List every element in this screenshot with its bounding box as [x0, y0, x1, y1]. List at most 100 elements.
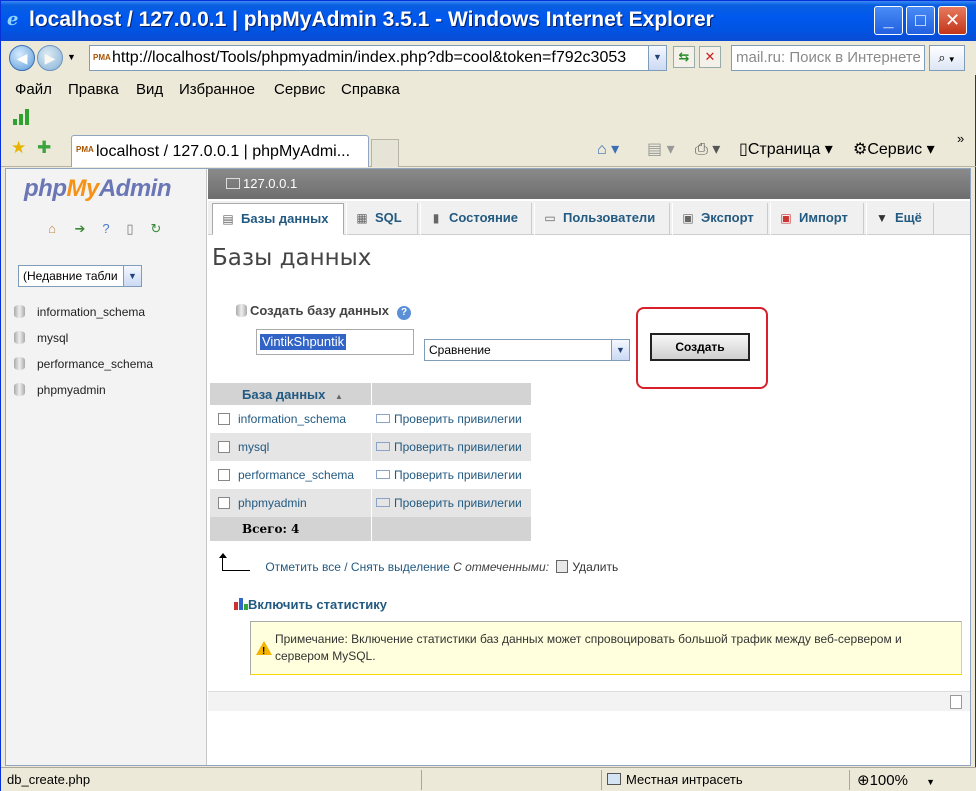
more-triangle-icon: ▼: [876, 211, 888, 225]
intranet-icon: [607, 773, 621, 785]
gear-icon: ⚙: [853, 141, 868, 158]
sidebar-db-information-schema[interactable]: information_schema: [14, 303, 145, 321]
browser-tab-active[interactable]: PMA localhost / 127.0.0.1 | phpMyAdmi...: [71, 135, 369, 167]
logout-icon[interactable]: ➔: [72, 221, 88, 237]
check-all-link[interactable]: Отметить все: [265, 560, 341, 574]
stop-button[interactable]: ✕: [699, 46, 721, 68]
collation-select[interactable]: Сравнение ▼: [424, 339, 630, 361]
row-checkbox[interactable]: [218, 441, 230, 454]
database-icon: [14, 305, 25, 318]
database-link[interactable]: mysql: [238, 440, 269, 454]
databases-table: База данных ▲ information_schema Провери…: [210, 383, 532, 541]
address-toolbar: ◀ ▶ ▼ PMA http://localhost/Tools/phpmyad…: [1, 41, 976, 75]
page-menu[interactable]: ▯Страница ▾: [739, 139, 833, 159]
feeds-icon[interactable]: ▤ ▾: [647, 139, 675, 159]
status-text: db_create.php: [7, 772, 91, 787]
new-tab-button[interactable]: [371, 139, 399, 167]
pma-footer-bar: [208, 691, 970, 711]
tab-import[interactable]: ▣ Импорт: [770, 203, 864, 235]
create-database-button[interactable]: Создать: [650, 333, 750, 361]
database-icon: [14, 357, 25, 370]
page-icon[interactable]: [950, 695, 962, 709]
menu-tools[interactable]: Сервис: [274, 81, 325, 98]
title-bar[interactable]: e localhost / 127.0.0.1 | phpMyAdmin 3.5…: [1, 1, 976, 41]
home-icon[interactable]: ⌂ ▾: [597, 139, 619, 159]
check-privileges-link[interactable]: Проверить привилегии: [371, 461, 532, 489]
add-favorite-icon[interactable]: ✚: [37, 138, 51, 158]
check-privileges-link[interactable]: Проверить привилегии: [371, 433, 532, 461]
address-dropdown-icon[interactable]: ▼: [648, 46, 666, 70]
sidebar-db-performance-schema[interactable]: performance_schema: [14, 355, 153, 373]
menu-file[interactable]: Файл: [15, 81, 52, 98]
tools-menu[interactable]: ⚙Сервис ▾: [853, 139, 935, 159]
tab-status[interactable]: ▮ Состояние: [420, 203, 532, 235]
row-checkbox[interactable]: [218, 497, 230, 510]
check-privileges-link[interactable]: Проверить привилегии: [371, 405, 532, 433]
notice-message: Примечание: Включение статистики баз дан…: [250, 621, 962, 675]
zoom-level[interactable]: ⊕100% ▼: [857, 771, 935, 789]
search-button[interactable]: ⌕ ▼: [929, 45, 965, 71]
help-icon[interactable]: ?: [397, 306, 411, 320]
chevron-more-icon[interactable]: »: [957, 131, 964, 146]
chevron-down-icon: ▼: [611, 340, 629, 360]
table-row: phpmyadmin Проверить привилегии: [210, 489, 532, 517]
documentation-icon[interactable]: ▯: [122, 221, 138, 237]
history-dropdown-icon[interactable]: ▼: [67, 52, 76, 62]
pma-tabs: ▤ Базы данных ▦ SQL ▮ Состояние ▭ Пользовате…: [208, 201, 970, 235]
search-icon: ⌕: [938, 50, 946, 65]
column-header-database[interactable]: База данных ▲: [210, 383, 372, 405]
privileges-icon: [376, 442, 390, 451]
server-breadcrumb[interactable]: 127.0.0.1: [208, 169, 970, 199]
sidebar-db-phpmyadmin[interactable]: phpmyadmin: [14, 381, 106, 399]
reload-icon[interactable]: ↻: [148, 221, 164, 237]
recent-tables-select[interactable]: (Недавние табли ▼: [18, 265, 142, 287]
tab-users[interactable]: ▭ Пользователи: [534, 203, 670, 235]
table-row: mysql Проверить привилегии: [210, 433, 532, 461]
address-url[interactable]: http://localhost/Tools/phpmyadmin/index.…: [112, 49, 642, 67]
pma-favicon-icon: PMA: [93, 53, 111, 62]
print-icon[interactable]: ⎙ ▾: [695, 139, 720, 159]
back-button[interactable]: ◀: [9, 45, 35, 71]
refresh-button[interactable]: ⇆: [673, 46, 695, 68]
with-selected-label: С отмеченными:: [453, 560, 550, 574]
database-name-input[interactable]: VintikShpuntik: [256, 329, 414, 355]
menu-view[interactable]: Вид: [136, 81, 163, 98]
uncheck-all-link[interactable]: Снять выделение: [351, 560, 450, 574]
sql-icon: ▦: [356, 211, 368, 225]
minimize-button[interactable]: _: [874, 6, 903, 35]
page-icon: ▯: [739, 141, 748, 158]
delete-selected-button[interactable]: Удалить: [552, 560, 618, 574]
menu-edit[interactable]: Правка: [68, 81, 119, 98]
sidebar-db-mysql[interactable]: mysql: [14, 329, 68, 347]
check-privileges-link[interactable]: Проверить привилегии: [371, 489, 532, 517]
tab-databases[interactable]: ▤ Базы данных: [212, 203, 344, 235]
warning-icon: [256, 641, 272, 660]
maximize-button[interactable]: □: [906, 6, 935, 35]
row-checkbox[interactable]: [218, 469, 230, 482]
tab-sql[interactable]: ▦ SQL: [346, 203, 418, 235]
database-link[interactable]: performance_schema: [238, 468, 354, 482]
privileges-icon: [376, 498, 390, 507]
close-button[interactable]: ✕: [938, 6, 967, 35]
favorites-star-icon[interactable]: ★: [11, 138, 26, 158]
menu-favorites[interactable]: Избранное: [179, 81, 255, 98]
internet-explorer-icon: e: [7, 9, 19, 30]
forward-button[interactable]: ▶: [37, 45, 63, 71]
browser-window: e localhost / 127.0.0.1 | phpMyAdmin 3.5…: [0, 0, 976, 791]
enable-statistics-link[interactable]: Включить статистику: [234, 597, 387, 612]
menu-bar: Файл Правка Вид Избранное Сервис Справка: [1, 77, 976, 103]
help-icon[interactable]: ?: [98, 221, 114, 237]
search-input[interactable]: mail.ru: Поиск в Интернете: [731, 45, 925, 71]
window-title: localhost / 127.0.0.1 | phpMyAdmin 3.5.1…: [29, 8, 714, 31]
database-link[interactable]: information_schema: [238, 412, 346, 426]
database-link[interactable]: phpmyadmin: [238, 496, 307, 510]
tab-more[interactable]: ▼ Ещё: [866, 203, 934, 235]
address-bar[interactable]: PMA http://localhost/Tools/phpmyadmin/in…: [89, 45, 667, 71]
signal-bars-icon: [13, 105, 35, 125]
security-zone[interactable]: Местная интрасеть: [607, 772, 743, 787]
home-icon[interactable]: ⌂: [44, 221, 60, 237]
tab-export[interactable]: ▣ Экспорт: [672, 203, 768, 235]
row-checkbox[interactable]: [218, 413, 230, 426]
menu-help[interactable]: Справка: [341, 81, 400, 98]
phpmyadmin-logo[interactable]: phpMyAdmin: [24, 175, 172, 203]
